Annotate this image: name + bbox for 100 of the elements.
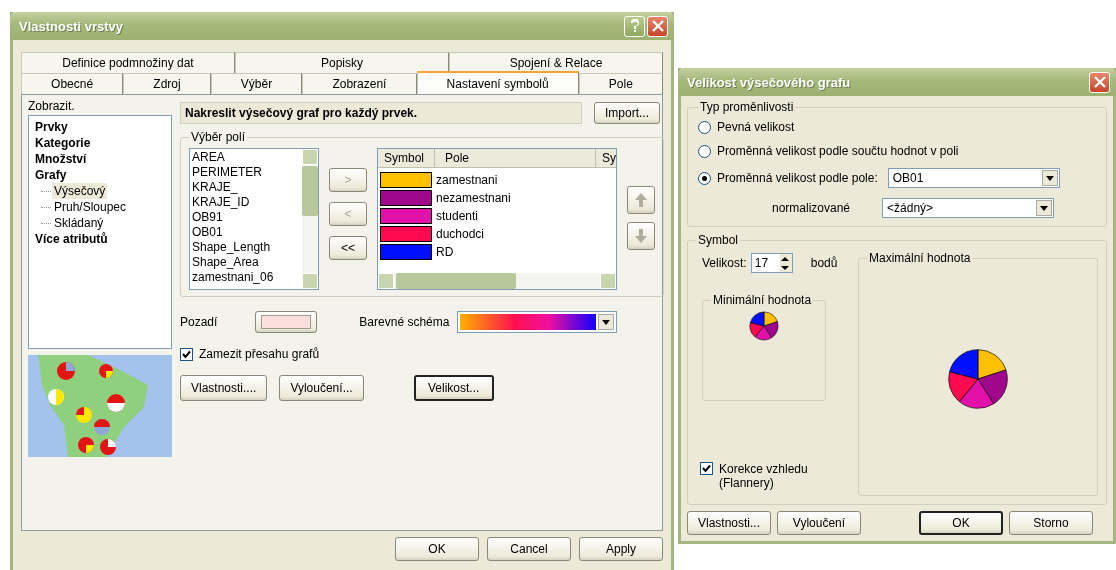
pie-chart-drawing [749,311,779,341]
tab[interactable]: Pole [578,73,663,94]
help-button[interactable] [624,15,645,37]
table-cell: duchodci [436,227,485,241]
close-button[interactable] [1089,71,1110,93]
radio-label: Proměnná velikost podle součtu hodnot v poli [717,144,959,158]
color-scheme-label: Barevné schéma [359,315,450,329]
list-item[interactable]: zamestnani_06 [192,270,300,285]
caret-icon [1040,205,1049,211]
tab[interactable]: Spojení & Relace [449,52,663,73]
column-header[interactable]: Symbol [378,149,435,167]
group-label: Symbol [697,233,739,247]
background-label: Pozadí [180,315,218,329]
radio-label: Pevná velikost [717,120,795,134]
tree-item[interactable]: Grafy [33,167,69,183]
color-ramp-dropdown[interactable] [457,311,618,333]
tab[interactable]: Výběr [210,73,303,94]
list-item[interactable]: AREA [192,150,300,165]
dialog-button[interactable]: Vlastnosti.... [180,375,268,401]
move-button[interactable]: << [329,236,367,260]
tab[interactable]: Definice podmnožiny dat [21,52,235,73]
tree-item[interactable]: Výsečový [52,183,108,199]
tree-item[interactable]: Více atributů [33,231,110,247]
radio-button[interactable] [698,171,711,185]
color-swatch[interactable] [380,208,432,224]
color-swatch[interactable] [380,244,432,260]
up-caret-icon[interactable] [781,256,791,261]
window-title: Vlastnosti vrstvy [19,18,124,34]
group-label: Minimální hodnota [712,293,813,307]
move-up-button[interactable] [627,186,655,214]
scrollbar[interactable] [302,149,318,289]
list-item[interactable]: Shape_Length [192,240,300,255]
dialog-button[interactable]: Storno [1009,511,1093,535]
close-icon [651,20,664,32]
tab[interactable]: Obecné [21,73,124,94]
size-spinner[interactable]: 17 [750,253,793,273]
normalize-label: normalizované [772,201,851,215]
tree-item[interactable]: Prvky [33,119,70,135]
checkbox[interactable] [180,347,193,361]
dialog-button[interactable]: Cancel [487,537,571,561]
import-button[interactable]: Import... [594,102,660,124]
dialog-button[interactable]: Vlastnosti... [687,511,771,535]
window-title: Velikost výsečového grafu [687,74,851,90]
down-arrow-icon [634,228,648,244]
normalize-dropdown[interactable]: <žádný> [882,198,1055,218]
list-item[interactable]: PERIMETER [192,165,300,180]
list-item[interactable]: KRAJE_ [192,180,300,195]
radio-button[interactable] [698,120,711,134]
size-label: Velikost: [702,256,747,270]
list-item[interactable]: Shape_Area [192,255,300,270]
chart-heading: Nakreslit výsečový graf pro každý prvek. [180,102,582,124]
radio-label: Proměnná velikost podle pole: [717,171,878,185]
color-swatch[interactable] [380,190,432,206]
scrollbar[interactable] [378,273,616,289]
tab[interactable]: Zobrazení [302,73,417,94]
help-icon [628,19,641,33]
radio-button[interactable] [698,144,711,158]
down-caret-icon[interactable] [781,265,791,270]
table-cell: studenti [436,209,479,223]
dialog-button[interactable]: Velikost... [413,375,494,401]
tree-item[interactable]: Pruh/Sloupec [52,199,129,215]
dialog-button[interactable]: OK [395,537,479,561]
tree-item[interactable]: Skládaný [52,215,106,231]
pie-chart-drawing [948,349,1008,409]
background-color-button[interactable] [255,311,318,333]
tree-item[interactable]: Množství [33,151,89,167]
checkbox-label: Zamezit přesahu grafů [199,347,320,361]
close-button[interactable] [647,15,668,37]
checkbox-label: Korekce vzhledu (Flannery) [719,462,809,490]
up-arrow-icon [634,192,648,208]
unit-label: bodů [810,256,838,270]
checkbox[interactable] [700,462,713,475]
table-cell: zamestnani [436,173,498,187]
table-cell: RD [436,245,454,259]
color-swatch[interactable] [380,172,432,188]
field-dropdown[interactable]: OB01 [887,168,1060,188]
caret-icon [1045,175,1054,181]
group-label: Výběr polí [190,130,247,144]
caret-icon [602,319,611,325]
dialog-button[interactable]: Vyloučení... [279,375,364,401]
list-item[interactable]: KRAJE_ID [192,195,300,210]
group-label: Typ proměnlivosti [699,100,795,114]
list-item[interactable]: OB01 [192,225,300,240]
tab[interactable]: Nastavení symbolů [416,71,579,94]
move-down-button[interactable] [627,222,655,250]
color-swatch[interactable] [380,226,432,242]
table-cell: nezamestnani [436,191,511,205]
show-label: Zobrazit. [28,99,76,113]
tab[interactable]: Popisky [235,52,449,73]
dialog-button[interactable]: OK [919,511,1003,535]
tab[interactable]: Zdroj [123,73,211,94]
column-header[interactable]: Sy [596,149,616,167]
field-list[interactable]: AREA PERIMETER KRAJE_ KRAJE_ID OB91 OB01 Shape_Length Shape_Area zamestnani_06 [189,148,319,290]
dialog-button[interactable]: Vyloučení [777,511,861,535]
close-icon [1093,76,1106,88]
group-label: Maximální hodnota [868,251,972,265]
column-header[interactable]: Pole [439,149,596,167]
list-item[interactable]: OB91 [192,210,300,225]
tree-item[interactable]: Kategorie [33,135,93,151]
dialog-button[interactable]: Apply [579,537,663,561]
